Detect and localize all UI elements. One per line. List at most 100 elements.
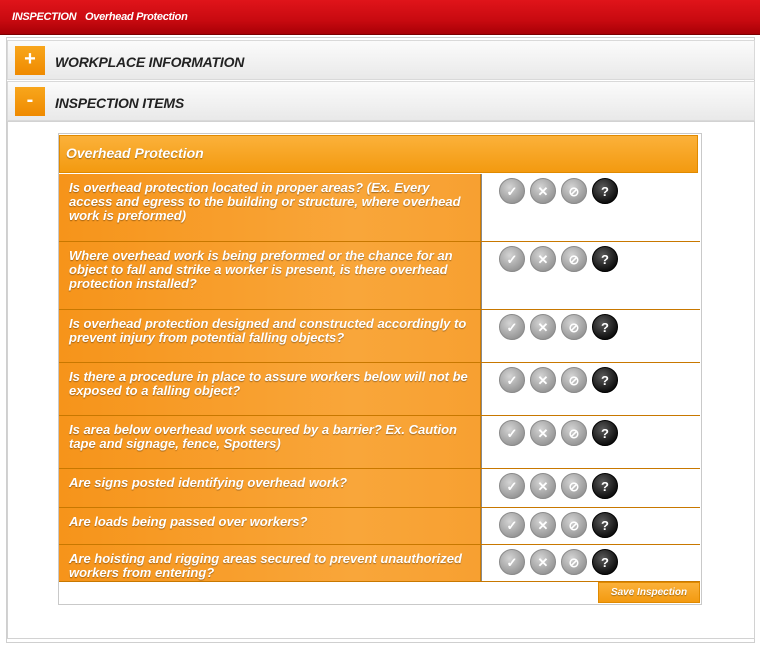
no-button[interactable]: ✕	[530, 549, 556, 575]
not-applicable-icon: ⊘	[568, 479, 580, 494]
yes-button[interactable]: ✓	[499, 178, 525, 204]
inspection-question: Is overhead protection located in proper…	[59, 174, 481, 241]
check-icon: ✓	[506, 252, 518, 267]
not-applicable-button[interactable]: ⊘	[561, 549, 587, 575]
not-applicable-icon: ⊘	[568, 320, 580, 335]
answer-buttons: ✓ ✕ ⊘?	[481, 416, 700, 468]
not-applicable-icon: ⊘	[568, 184, 580, 199]
x-icon: ✕	[537, 479, 549, 494]
yes-button[interactable]: ✓	[499, 512, 525, 538]
check-icon: ✓	[506, 373, 518, 388]
section-label[interactable]: INSPECTION ITEMS	[55, 95, 184, 111]
check-icon: ✓	[506, 184, 518, 199]
no-button[interactable]: ✕	[530, 473, 556, 499]
unknown-button[interactable]: ?	[592, 549, 618, 575]
yes-button[interactable]: ✓	[499, 473, 525, 499]
question-icon: ?	[601, 373, 609, 388]
unknown-button[interactable]: ?	[592, 367, 618, 393]
not-applicable-icon: ⊘	[568, 426, 580, 441]
check-icon: ✓	[506, 426, 518, 441]
check-icon: ✓	[506, 479, 518, 494]
inspection-question: Is area below overhead work secured by a…	[59, 416, 481, 468]
not-applicable-icon: ⊘	[568, 555, 580, 570]
x-icon: ✕	[537, 252, 549, 267]
not-applicable-button[interactable]: ⊘	[561, 512, 587, 538]
inspection-question: Are signs posted identifying overhead wo…	[59, 469, 481, 507]
x-icon: ✕	[537, 184, 549, 199]
no-button[interactable]: ✕	[530, 314, 556, 340]
section-workplace-information[interactable]: + WORKPLACE INFORMATION	[7, 40, 755, 80]
question-icon: ?	[601, 555, 609, 570]
answer-buttons: ✓ ✕ ⊘?	[481, 310, 700, 362]
not-applicable-button[interactable]: ⊘	[561, 473, 587, 499]
question-icon: ?	[601, 252, 609, 267]
collapse-toggle-button[interactable]: -	[15, 87, 45, 116]
yes-button[interactable]: ✓	[499, 549, 525, 575]
question-icon: ?	[601, 479, 609, 494]
answer-buttons: ✓ ✕ ⊘?	[481, 508, 700, 544]
inspection-question: Is there a procedure in place to assure …	[59, 363, 481, 415]
unknown-button[interactable]: ?	[592, 246, 618, 272]
question-icon: ?	[601, 320, 609, 335]
inspection-row: Are hoisting and rigging areas secured t…	[59, 545, 700, 582]
no-button[interactable]: ✕	[530, 367, 556, 393]
not-applicable-button[interactable]: ⊘	[561, 178, 587, 204]
expand-toggle-button[interactable]: +	[15, 46, 45, 75]
answer-buttons: ✓ ✕ ⊘?	[481, 242, 700, 309]
no-button[interactable]: ✕	[530, 420, 556, 446]
unknown-button[interactable]: ?	[592, 314, 618, 340]
inspection-items-list: Is overhead protection located in proper…	[59, 174, 700, 582]
section-label[interactable]: WORKPLACE INFORMATION	[55, 54, 244, 70]
x-icon: ✕	[537, 320, 549, 335]
inspection-row: Is overhead protection located in proper…	[59, 174, 700, 242]
yes-button[interactable]: ✓	[499, 246, 525, 272]
no-button[interactable]: ✕	[530, 246, 556, 272]
x-icon: ✕	[537, 555, 549, 570]
save-inspection-button[interactable]: Save Inspection	[598, 582, 700, 603]
unknown-button[interactable]: ?	[592, 420, 618, 446]
unknown-button[interactable]: ?	[592, 512, 618, 538]
yes-button[interactable]: ✓	[499, 367, 525, 393]
not-applicable-icon: ⊘	[568, 373, 580, 388]
x-icon: ✕	[537, 426, 549, 441]
not-applicable-button[interactable]: ⊘	[561, 367, 587, 393]
yes-button[interactable]: ✓	[499, 314, 525, 340]
inspection-question: Is overhead protection designed and cons…	[59, 310, 481, 362]
unknown-button[interactable]: ?	[592, 178, 618, 204]
answer-buttons: ✓ ✕ ⊘?	[481, 363, 700, 415]
section-inspection-items[interactable]: - INSPECTION ITEMS	[7, 81, 755, 121]
answer-buttons: ✓ ✕ ⊘?	[481, 545, 700, 581]
inspection-row: Are signs posted identifying overhead wo…	[59, 469, 700, 508]
check-icon: ✓	[506, 518, 518, 533]
inspection-row: Are loads being passed over workers? ✓ ✕ ⊘?	[59, 508, 700, 545]
title-bar: INSPECTION Overhead Protection	[0, 0, 760, 35]
not-applicable-icon: ⊘	[568, 252, 580, 267]
title-name: Overhead Protection	[85, 11, 188, 23]
not-applicable-button[interactable]: ⊘	[561, 420, 587, 446]
answer-buttons: ✓ ✕ ⊘?	[481, 469, 700, 507]
answer-buttons: ✓ ✕ ⊘?	[481, 174, 700, 241]
not-applicable-icon: ⊘	[568, 518, 580, 533]
inspection-row: Is there a procedure in place to assure …	[59, 363, 700, 416]
x-icon: ✕	[537, 518, 549, 533]
not-applicable-button[interactable]: ⊘	[561, 314, 587, 340]
not-applicable-button[interactable]: ⊘	[561, 246, 587, 272]
inspection-question: Are hoisting and rigging areas secured t…	[59, 545, 481, 581]
inspection-row: Is overhead protection designed and cons…	[59, 310, 700, 363]
no-button[interactable]: ✕	[530, 178, 556, 204]
yes-button[interactable]: ✓	[499, 420, 525, 446]
question-icon: ?	[601, 184, 609, 199]
check-icon: ✓	[506, 320, 518, 335]
check-icon: ✓	[506, 555, 518, 570]
unknown-button[interactable]: ?	[592, 473, 618, 499]
inspection-row: Is area below overhead work secured by a…	[59, 416, 700, 469]
question-icon: ?	[601, 518, 609, 533]
card-header: Overhead Protection	[59, 135, 698, 173]
question-icon: ?	[601, 426, 609, 441]
x-icon: ✕	[537, 373, 549, 388]
no-button[interactable]: ✕	[530, 512, 556, 538]
title-section: INSPECTION	[12, 11, 77, 23]
inspection-question: Are loads being passed over workers?	[59, 508, 481, 544]
inspection-question: Where overhead work is being preformed o…	[59, 242, 481, 309]
inspection-row: Where overhead work is being preformed o…	[59, 242, 700, 310]
